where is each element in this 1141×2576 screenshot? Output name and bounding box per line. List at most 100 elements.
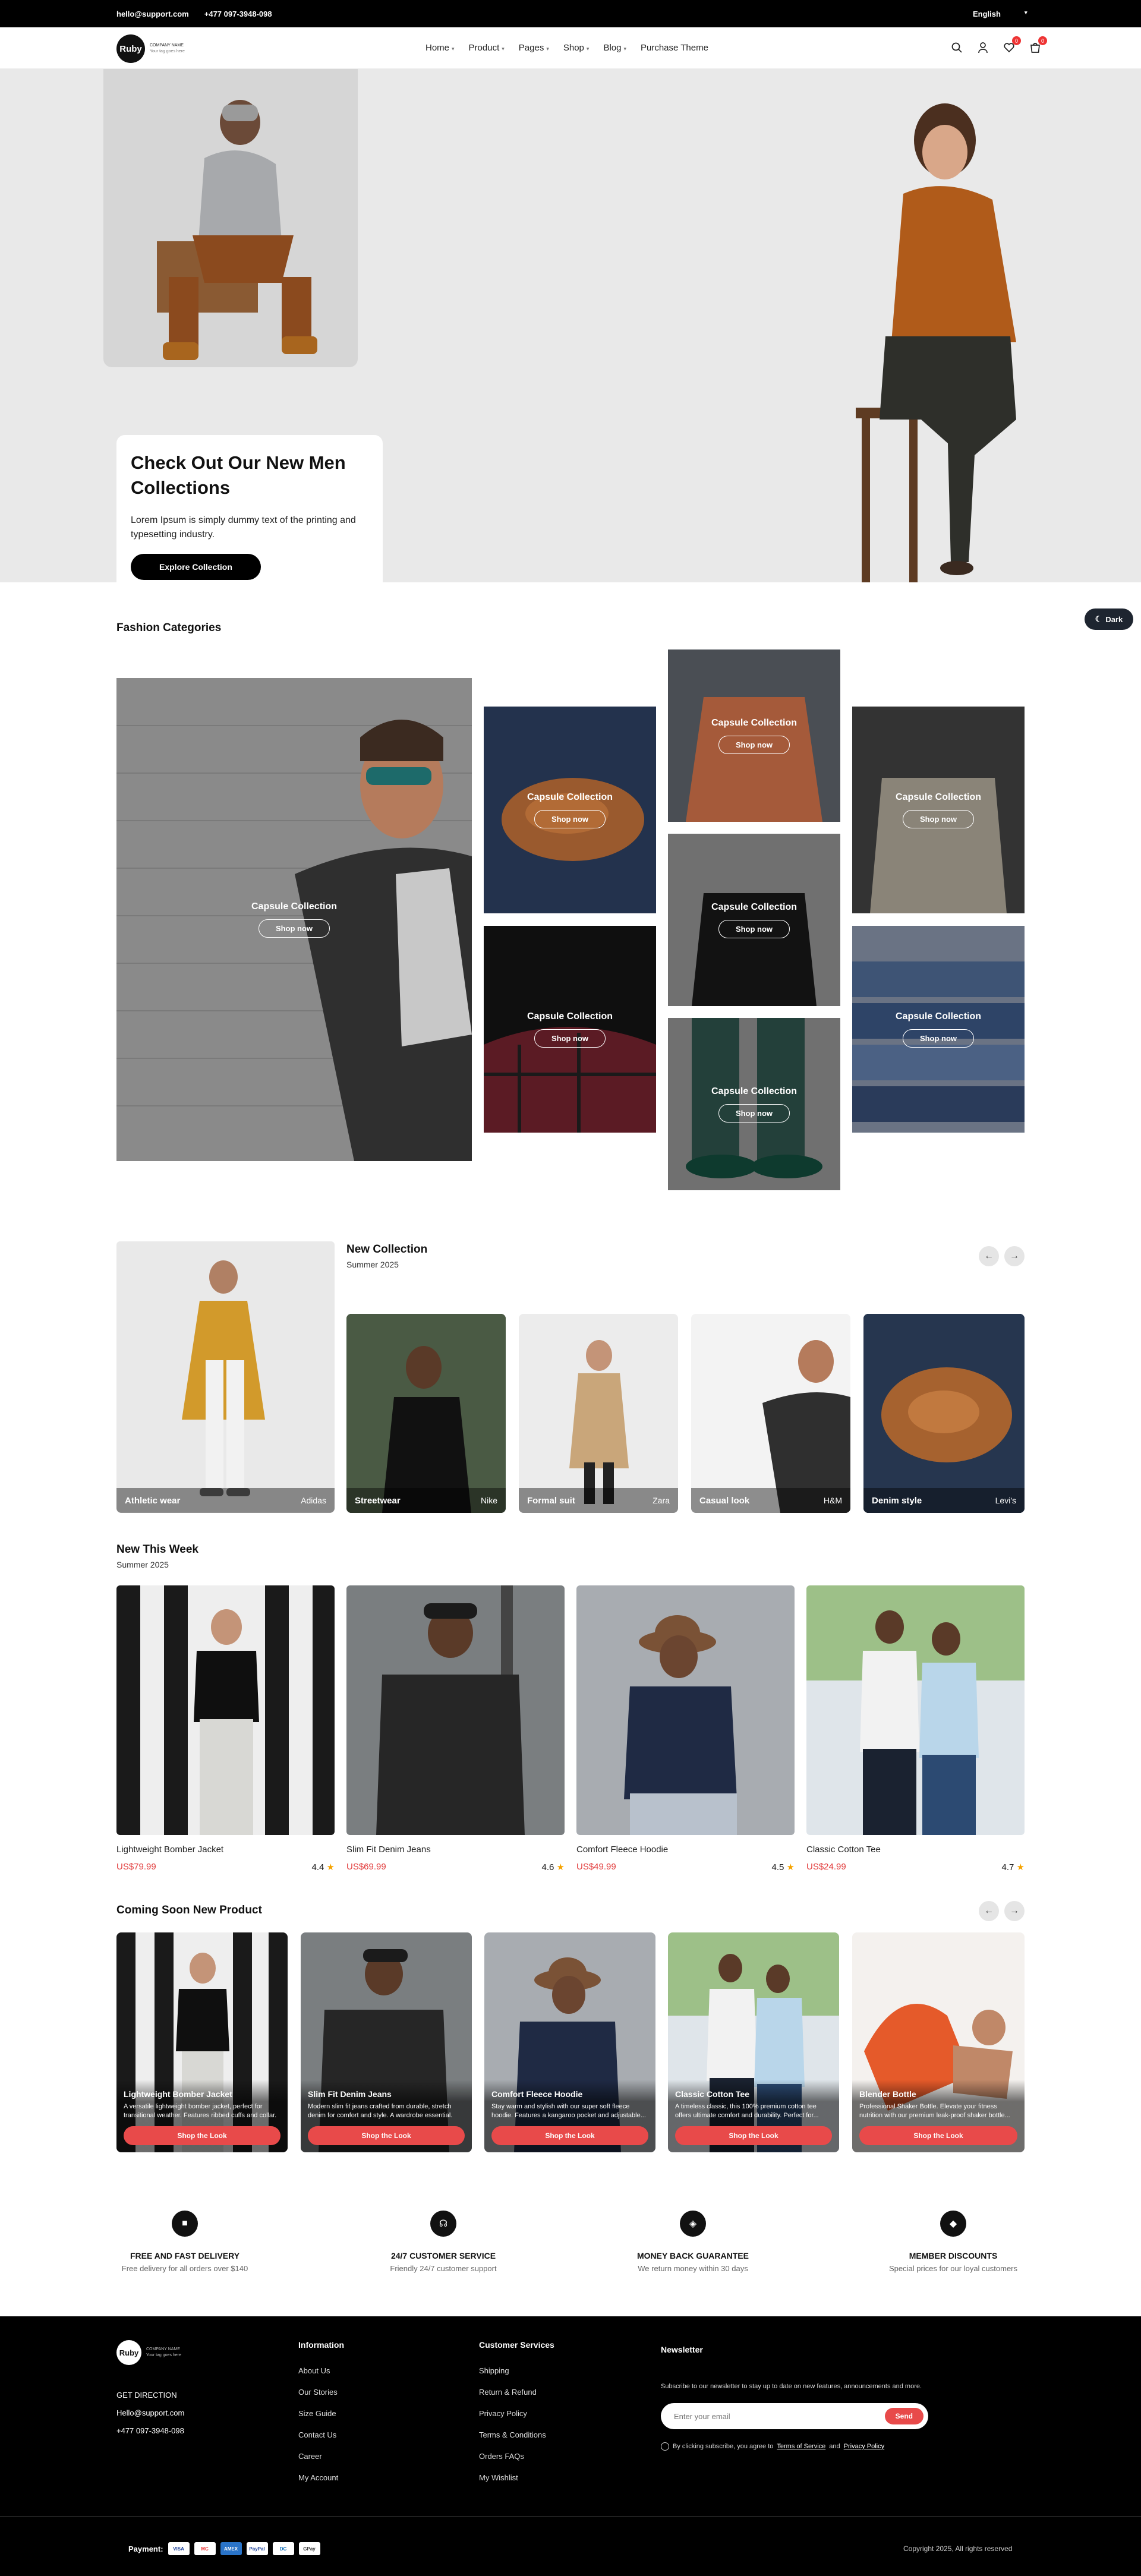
nav-pages[interactable]: Pages ▾ bbox=[519, 43, 549, 53]
shop-the-look-button[interactable]: Shop the Look bbox=[124, 2126, 280, 2145]
collection-card[interactable]: Athletic wear Adidas bbox=[116, 1315, 335, 1513]
logo-mark: Ruby bbox=[116, 34, 145, 63]
category-label: Capsule Collection bbox=[711, 1086, 798, 1096]
explore-collection-button[interactable]: Explore Collection bbox=[131, 554, 261, 580]
shop-now-button[interactable]: Shop now bbox=[718, 1103, 790, 1123]
category-tile[interactable]: Capsule Collection Shop now bbox=[668, 649, 840, 822]
shop-now-button[interactable]: Shop now bbox=[902, 809, 975, 828]
coming-soon-desc: A versatile lightweight bomber jacket, p… bbox=[124, 2103, 277, 2119]
hero-banner: Check Out Our New Men Collections Lorem … bbox=[0, 69, 1141, 582]
coming-soon-card[interactable]: Lightweight Bomber Jacket A versatile li… bbox=[116, 1932, 288, 2152]
footer-link[interactable]: Privacy Policy bbox=[479, 2409, 554, 2418]
footer-link[interactable]: Size Guide bbox=[298, 2409, 344, 2418]
product-name[interactable]: Lightweight Bomber Jacket bbox=[116, 1844, 335, 1855]
shop-now-button[interactable]: Shop now bbox=[534, 1029, 606, 1048]
shop-now-button[interactable]: Shop now bbox=[718, 735, 790, 754]
footer-link[interactable]: About Us bbox=[298, 2366, 344, 2375]
get-direction-link[interactable]: GET DIRECTION bbox=[116, 2386, 184, 2404]
category-tile[interactable]: Capsule Collection Shop now bbox=[116, 678, 472, 1161]
product-image[interactable] bbox=[346, 1585, 565, 1835]
privacy-link[interactable]: Privacy Policy bbox=[844, 2443, 884, 2450]
site-footer: Ruby COMPANY NAME Your tag goes here GET… bbox=[0, 2316, 1141, 2576]
category-tile[interactable]: Capsule Collection Shop now bbox=[852, 707, 1025, 913]
chevron-down-icon: ▾ bbox=[586, 46, 590, 52]
footer-logo[interactable]: Ruby COMPANY NAME Your tag goes here bbox=[116, 2340, 181, 2365]
product-card[interactable]: Slim Fit Denim Jeans US$69.99 4.6 ★ bbox=[346, 1585, 565, 1872]
star-icon: ★ bbox=[326, 1862, 335, 1872]
product-card[interactable]: Comfort Fleece Hoodie US$49.99 4.5 ★ bbox=[576, 1585, 795, 1872]
feature-money-back: ◈ MONEY BACK GUARANTEE We return money w… bbox=[622, 2211, 764, 2273]
send-button[interactable]: Send bbox=[884, 2408, 923, 2424]
wishlist-icon[interactable]: 0 bbox=[1003, 36, 1021, 55]
coming-soon-card[interactable]: Classic Cotton Tee A timeless classic, t… bbox=[668, 1932, 839, 2152]
footer-link[interactable]: Terms & Conditions bbox=[479, 2430, 554, 2439]
newsletter-title: Newsletter bbox=[661, 2345, 703, 2354]
nav-label: Pages bbox=[518, 43, 544, 53]
footer-phone[interactable]: +477 097-3948-098 bbox=[116, 2422, 184, 2440]
agree-text: By clicking subscribe, you agree to bbox=[673, 2443, 774, 2450]
shop-the-look-button[interactable]: Shop the Look bbox=[859, 2126, 1017, 2145]
shop-the-look-button[interactable]: Shop the Look bbox=[675, 2126, 832, 2145]
product-card[interactable]: Classic Cotton Tee US$24.99 4.7 ★ bbox=[806, 1585, 1025, 1872]
product-image[interactable] bbox=[806, 1585, 1025, 1835]
category-tile[interactable]: Capsule Collection Shop now bbox=[484, 926, 656, 1133]
terms-link[interactable]: Terms of Service bbox=[777, 2443, 825, 2450]
shop-the-look-button[interactable]: Shop the Look bbox=[308, 2126, 465, 2145]
topbar-phone[interactable]: +477 097-3948-098 bbox=[204, 10, 272, 18]
footer-link[interactable]: Career bbox=[298, 2452, 344, 2461]
language-select[interactable]: English ▾ bbox=[973, 10, 1027, 18]
arrow-right-icon[interactable]: → bbox=[1004, 1246, 1025, 1266]
shop-now-button[interactable]: Shop now bbox=[718, 919, 790, 938]
nav-blog[interactable]: Blog ▾ bbox=[603, 43, 626, 53]
collection-card[interactable]: Streetwear Nike bbox=[346, 1314, 506, 1513]
topbar-email[interactable]: hello@support.com bbox=[116, 10, 189, 18]
coming-soon-desc: A timeless classic, this 100% premium co… bbox=[675, 2103, 819, 2119]
hero-text: Lorem Ipsum is simply dummy text of the … bbox=[131, 515, 356, 540]
coming-soon-card[interactable]: Blender Bottle Professional Shaker Bottl… bbox=[852, 1932, 1025, 2152]
user-icon[interactable] bbox=[977, 42, 990, 55]
footer-link[interactable]: My Wishlist bbox=[479, 2473, 554, 2482]
shop-now-button[interactable]: Shop now bbox=[534, 809, 606, 828]
new-this-week-subtitle: Summer 2025 bbox=[116, 1560, 169, 1569]
category-tile[interactable]: Capsule Collection Shop now bbox=[668, 834, 840, 1006]
coming-soon-name: Comfort Fleece Hoodie bbox=[491, 2089, 583, 2099]
footer-email[interactable]: Hello@support.com bbox=[116, 2404, 184, 2422]
arrow-left-icon[interactable]: ← bbox=[979, 1246, 999, 1266]
product-name[interactable]: Slim Fit Denim Jeans bbox=[346, 1844, 565, 1855]
collection-brand: Nike bbox=[480, 1496, 497, 1505]
arrow-right-icon[interactable]: → bbox=[1004, 1901, 1025, 1921]
collection-card[interactable]: Denim style Levi's bbox=[863, 1314, 1025, 1513]
product-image[interactable] bbox=[576, 1585, 795, 1835]
footer-link[interactable]: Our Stories bbox=[298, 2388, 344, 2397]
shop-now-button[interactable]: Shop now bbox=[258, 919, 330, 938]
product-name[interactable]: Classic Cotton Tee bbox=[806, 1844, 1025, 1855]
nav-product[interactable]: Product ▾ bbox=[469, 43, 505, 53]
footer-link[interactable]: Return & Refund bbox=[479, 2388, 554, 2397]
dark-mode-toggle[interactable]: ☾ Dark bbox=[1085, 608, 1133, 630]
coming-soon-card[interactable]: Comfort Fleece Hoodie Stay warm and styl… bbox=[484, 1932, 655, 2152]
cart-icon[interactable]: 0 bbox=[1029, 36, 1047, 55]
nav-purchase-theme[interactable]: Purchase Theme bbox=[641, 43, 708, 53]
collection-card[interactable]: Formal suit Zara bbox=[519, 1314, 678, 1513]
footer-link[interactable]: Shipping bbox=[479, 2366, 554, 2375]
product-name[interactable]: Comfort Fleece Hoodie bbox=[576, 1844, 795, 1855]
shop-the-look-button[interactable]: Shop the Look bbox=[491, 2126, 648, 2145]
nav-home[interactable]: Home ▾ bbox=[425, 43, 455, 53]
collection-card[interactable]: Casual look H&M bbox=[691, 1314, 850, 1513]
footer-link[interactable]: Contact Us bbox=[298, 2430, 344, 2439]
footer-link[interactable]: Orders FAQs bbox=[479, 2452, 554, 2461]
footer-link[interactable]: My Account bbox=[298, 2473, 344, 2482]
site-logo[interactable]: Ruby COMPANY NAME Your tag goes here bbox=[116, 34, 185, 63]
product-card[interactable]: Lightweight Bomber Jacket US$79.99 4.4 ★ bbox=[116, 1585, 335, 1872]
search-icon[interactable] bbox=[951, 42, 964, 55]
category-tile[interactable]: Capsule Collection Shop now bbox=[484, 707, 656, 913]
agree-checkbox[interactable] bbox=[661, 2442, 669, 2451]
category-tile[interactable]: Capsule Collection Shop now bbox=[852, 926, 1025, 1133]
arrow-left-icon[interactable]: ← bbox=[979, 1901, 999, 1921]
nav-shop[interactable]: Shop ▾ bbox=[563, 43, 590, 53]
category-tile[interactable]: Capsule Collection Shop now bbox=[668, 1018, 840, 1190]
product-image[interactable] bbox=[116, 1585, 335, 1835]
shop-now-button[interactable]: Shop now bbox=[902, 1029, 975, 1048]
feature-delivery: ■ FREE AND FAST DELIVERY Free delivery f… bbox=[114, 2211, 256, 2273]
coming-soon-card[interactable]: Slim Fit Denim Jeans Modern slim fit jea… bbox=[301, 1932, 472, 2152]
